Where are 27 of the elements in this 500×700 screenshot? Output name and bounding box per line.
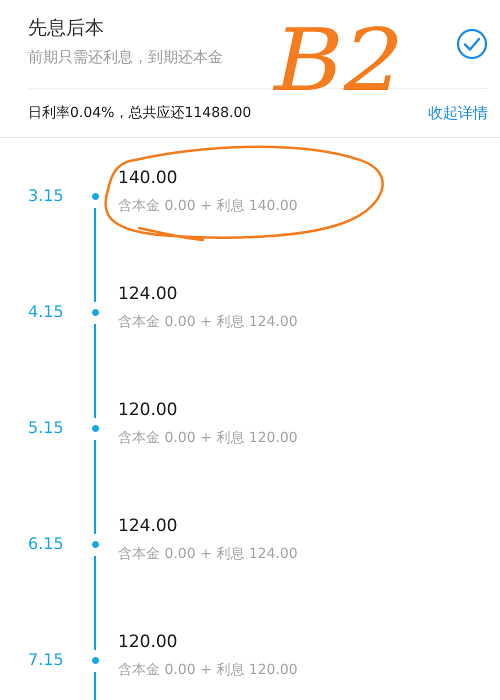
- amount-text: 120.00: [118, 399, 178, 422]
- amount-text: 124.00: [118, 283, 178, 306]
- plan-title: 先息后本: [28, 19, 105, 38]
- date-label: 3.15: [28, 185, 64, 207]
- amount-breakdown: 含本金 0.00 + 利息 140.00: [118, 196, 298, 216]
- collapse-link[interactable]: 收起详情: [428, 102, 488, 124]
- amount-breakdown: 含本金 0.00 + 利息 120.00: [118, 660, 298, 680]
- date-label: 6.15: [28, 533, 64, 555]
- annotation-underline: [138, 226, 204, 242]
- summary-text: 日利率0.04%，总共应还11488.00: [28, 104, 252, 122]
- amount-text: 124.00: [118, 515, 178, 538]
- amount-breakdown: 含本金 0.00 + 利息 124.00: [118, 312, 298, 332]
- amount-text: 140.00: [118, 167, 178, 190]
- timeline-dot: [92, 309, 98, 316]
- amount-text: 120.00: [118, 631, 178, 654]
- timeline-dot: [92, 425, 98, 432]
- amount-breakdown: 含本金 0.00 + 利息 120.00: [118, 428, 298, 448]
- amount-breakdown: 含本金 0.00 + 利息 124.00: [118, 544, 298, 564]
- date-label: 4.15: [28, 301, 64, 323]
- plan-subtitle: 前期只需还利息，到期还本金: [28, 47, 224, 68]
- timeline-dot: [92, 657, 98, 664]
- date-label: 7.15: [28, 649, 64, 671]
- annotation-text: B2: [274, 18, 404, 104]
- date-label: 5.15: [28, 417, 64, 439]
- timeline-dot: [92, 541, 98, 548]
- timeline-dot: [92, 193, 98, 200]
- check-icon[interactable]: [456, 28, 488, 60]
